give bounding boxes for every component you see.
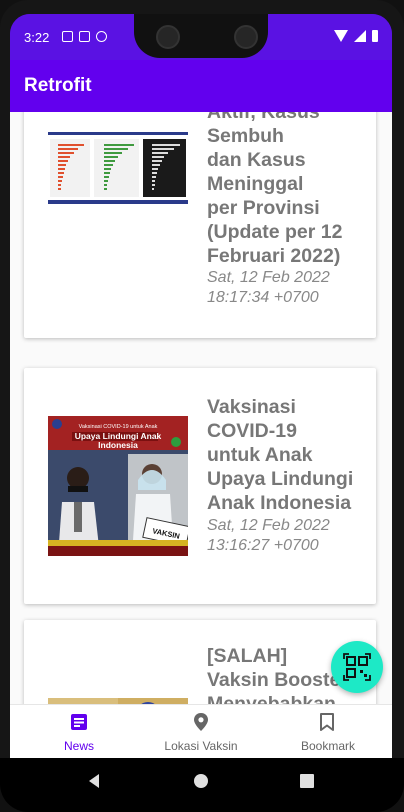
nav-item-lokasi-vaksin[interactable]: Lokasi Vaksin [138, 705, 264, 758]
phone-frame: 3:22 Retrofit Aktif, Kasus Sembuh dan Ka… [0, 0, 404, 812]
news-title-line: COVID-19 [207, 420, 297, 442]
news-title-line: Upaya Lindungi [207, 468, 354, 490]
back-icon[interactable] [84, 771, 104, 791]
news-date: Sat, 12 Feb 2022 18:17:34 +0700 [207, 268, 377, 308]
news-date: Sat, 12 Feb 2022 13:16:27 +0700 [207, 516, 377, 556]
front-sensor-icon [234, 25, 258, 49]
news-title-line: Meninggal [207, 173, 304, 195]
nav-item-bookmark[interactable]: Bookmark [264, 705, 392, 758]
news-title: Vaksinasi COVID-19 untuk Anak Upaya Lind… [207, 395, 377, 515]
news-title-line: Aktif, Kasus [207, 112, 320, 123]
news-title-line: (Update per 12 [207, 221, 343, 243]
screen: 3:22 Retrofit Aktif, Kasus Sembuh dan Ka… [10, 14, 392, 758]
recents-icon[interactable] [297, 771, 317, 791]
qr-scan-icon [343, 653, 371, 681]
camera-notch [134, 14, 268, 58]
wifi-icon [334, 30, 348, 42]
news-card[interactable]: Vaksinasi COVID-19 untuk Anak Upaya Lind… [24, 368, 376, 604]
bookmark-icon [320, 713, 334, 731]
news-title-line: per Provinsi [207, 197, 320, 219]
news-title-line: dan Kasus [207, 149, 306, 171]
front-camera-icon [156, 25, 180, 49]
news-date-line: Sat, 12 Feb 2022 [207, 517, 330, 534]
news-title-line: Anak Indonesia [207, 492, 352, 514]
news-title-line: Februari 2022) [207, 245, 341, 267]
news-thumbnail-chart [48, 132, 188, 204]
news-thumbnail-photo: Vaksinasi COVID-19 untuk Anak Upaya Lind… [48, 416, 188, 556]
cell-signal-icon [354, 30, 366, 42]
notification-a-icon [62, 31, 73, 42]
news-title-line: untuk Anak [207, 444, 313, 466]
sync-icon [96, 31, 107, 42]
news-title-line: Vaksinasi [207, 396, 296, 418]
location-pin-icon [194, 713, 208, 731]
notification-icons [62, 31, 107, 42]
system-status-icons [334, 30, 378, 42]
app-bar: Retrofit [10, 60, 392, 112]
news-title-line: Sembuh [207, 125, 284, 147]
thumb-headline-line-2: Indonesia [98, 440, 138, 450]
home-icon[interactable] [191, 771, 211, 791]
nav-item-news[interactable]: News [10, 705, 148, 758]
thumb-banner-text: Vaksinasi COVID-19 untuk Anak [79, 424, 158, 430]
news-date-line: 13:16:27 +0700 [207, 537, 319, 554]
nav-label-lokasi-vaksin: Lokasi Vaksin [164, 739, 238, 753]
scan-qr-button[interactable] [331, 641, 383, 693]
system-navigation-bar [0, 758, 404, 812]
news-card[interactable]: [SALAH] Vaksin Booster Menyebabkan [24, 620, 376, 704]
nav-label-bookmark: Bookmark [300, 739, 356, 753]
news-date-line: Sat, 12 Feb 2022 [207, 269, 330, 286]
news-list[interactable]: Aktif, Kasus Sembuh dan Kasus Meninggal … [10, 112, 392, 704]
nav-label-news: News [63, 739, 94, 753]
battery-icon [372, 30, 378, 42]
news-icon [71, 714, 87, 730]
news-title: Aktif, Kasus Sembuh dan Kasus Meninggal … [207, 112, 377, 268]
status-time: 3:22 [24, 30, 50, 45]
bottom-navigation: News Lokasi Vaksin Bookmark [10, 704, 392, 758]
news-title-line: Menyebabkan [207, 693, 336, 704]
news-card[interactable]: Aktif, Kasus Sembuh dan Kasus Meninggal … [24, 112, 376, 338]
status-bar: 3:22 [10, 14, 392, 60]
app-title: Retrofit [24, 75, 92, 96]
sd-card-icon [79, 31, 90, 42]
news-date-line: 18:17:34 +0700 [207, 289, 319, 306]
